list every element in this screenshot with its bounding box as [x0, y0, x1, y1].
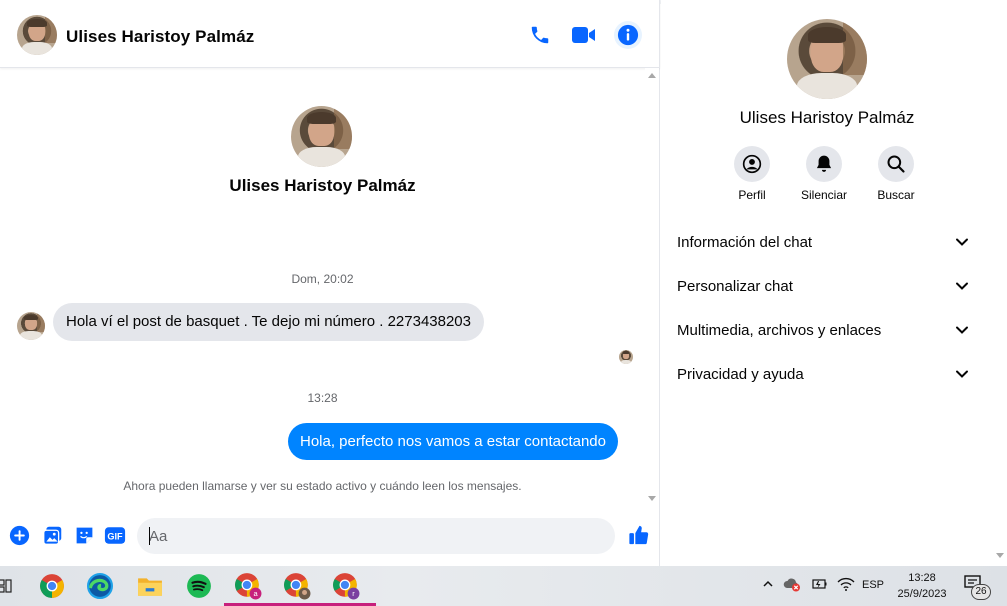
- sticker-icon[interactable]: [73, 524, 95, 546]
- section-media-files-links[interactable]: Multimedia, archivos y enlaces: [677, 319, 968, 343]
- clock-time: 13:28: [908, 572, 936, 584]
- conversation-info-icon[interactable]: [614, 21, 642, 49]
- thumbs-up-icon[interactable]: [627, 523, 651, 547]
- message-timestamp: Dom, 20:02: [291, 272, 354, 286]
- bell-icon[interactable]: [806, 146, 842, 182]
- chevron-down-icon: [956, 326, 968, 334]
- notification-count-badge: 26: [971, 584, 991, 600]
- scroll-up-arrow[interactable]: [648, 73, 656, 78]
- chrome-icon[interactable]: [38, 572, 66, 600]
- spotify-icon[interactable]: [185, 572, 213, 600]
- clock-date: 25/9/2023: [897, 588, 947, 600]
- wifi-icon[interactable]: [837, 576, 855, 592]
- message-input[interactable]: [149, 518, 579, 554]
- seen-receipt-avatar: [619, 350, 633, 364]
- profile-name: Ulises Haristoy Palmáz: [739, 108, 915, 127]
- section-label: Personalizar chat: [677, 278, 793, 295]
- search-icon[interactable]: [878, 146, 914, 182]
- search-label: Buscar: [877, 188, 915, 202]
- contact-name[interactable]: Ulises Haristoy Palmáz: [66, 27, 254, 47]
- chrome-profile-photo-icon[interactable]: [283, 572, 311, 600]
- cloud-sync-error-icon[interactable]: [783, 576, 801, 592]
- message-timestamp: 13:28: [307, 391, 338, 405]
- text-caret: [149, 527, 150, 545]
- outgoing-message-bubble[interactable]: Hola, perfecto nos vamos a estar contact…: [287, 423, 618, 460]
- message-scrollbar[interactable]: [645, 68, 659, 506]
- chat-header: Ulises Haristoy Palmáz: [0, 0, 660, 68]
- more-actions-icon[interactable]: [8, 524, 30, 546]
- windows-taskbar: a r ESP 13:28 25/9/2023 26: [0, 566, 1007, 606]
- chrome-profile-r-icon[interactable]: r: [332, 572, 360, 600]
- gif-icon[interactable]: GIF: [104, 524, 126, 546]
- contact-avatar-large[interactable]: [291, 106, 352, 167]
- chevron-up-icon[interactable]: [762, 578, 774, 590]
- profile-label: Perfil: [738, 188, 766, 202]
- profile-icon[interactable]: [734, 146, 770, 182]
- system-tray: [762, 576, 855, 592]
- section-label: Privacidad y ayuda: [677, 366, 804, 383]
- task-view-icon[interactable]: [0, 572, 20, 600]
- battery-charging-icon[interactable]: [810, 576, 828, 592]
- window-scrollbar[interactable]: [993, 0, 1007, 566]
- connection-notice: Ahora pueden llamarse y ver su estado ac…: [123, 479, 522, 493]
- chevron-down-icon: [956, 370, 968, 378]
- mute-label: Silenciar: [800, 188, 848, 202]
- window-scroll-down-arrow[interactable]: [996, 553, 1004, 558]
- section-privacy-support[interactable]: Privacidad y ayuda: [677, 363, 968, 387]
- message-input-container[interactable]: [137, 518, 746, 554]
- section-label: Multimedia, archivos y enlaces: [677, 322, 882, 339]
- gif-label: GIF: [107, 531, 123, 541]
- conversation-info-panel: Ulises Haristoy Palmáz Perfil Silenciar …: [661, 0, 993, 566]
- profile-avatar[interactable]: [787, 19, 867, 99]
- profile-button[interactable]: Perfil: [716, 146, 788, 202]
- chrome-profile-a-icon[interactable]: a: [234, 572, 262, 600]
- file-explorer-icon[interactable]: [136, 572, 164, 600]
- section-chat-info[interactable]: Información del chat: [677, 231, 968, 255]
- search-button[interactable]: Buscar: [860, 146, 932, 202]
- chat-panel: Ulises Haristoy Palmáz Ulises Haristoy P…: [0, 0, 746, 566]
- video-call-icon[interactable]: [571, 22, 597, 48]
- section-customize-chat[interactable]: Personalizar chat: [677, 275, 968, 299]
- chevron-down-icon: [956, 238, 968, 246]
- edge-icon[interactable]: [86, 572, 114, 600]
- mute-button[interactable]: Silenciar: [788, 146, 860, 202]
- message-list[interactable]: Ulises Haristoy Palmáz Dom, 20:02 Hola v…: [0, 68, 645, 506]
- section-label: Información del chat: [677, 234, 813, 251]
- scroll-down-arrow[interactable]: [648, 496, 656, 501]
- phone-call-icon[interactable]: [527, 22, 553, 48]
- sender-avatar[interactable]: [17, 312, 45, 340]
- chevron-down-icon: [956, 282, 968, 290]
- system-clock[interactable]: 13:28 25/9/2023: [894, 570, 950, 602]
- attach-photo-icon[interactable]: [41, 524, 63, 546]
- contact-avatar[interactable]: [17, 15, 57, 55]
- incoming-message-bubble[interactable]: Hola ví el post de basquet . Te dejo mi …: [53, 303, 484, 341]
- contact-name-heading: Ulises Haristoy Palmáz: [229, 176, 416, 195]
- message-composer: GIF: [0, 510, 746, 566]
- input-language[interactable]: ESP: [862, 579, 884, 591]
